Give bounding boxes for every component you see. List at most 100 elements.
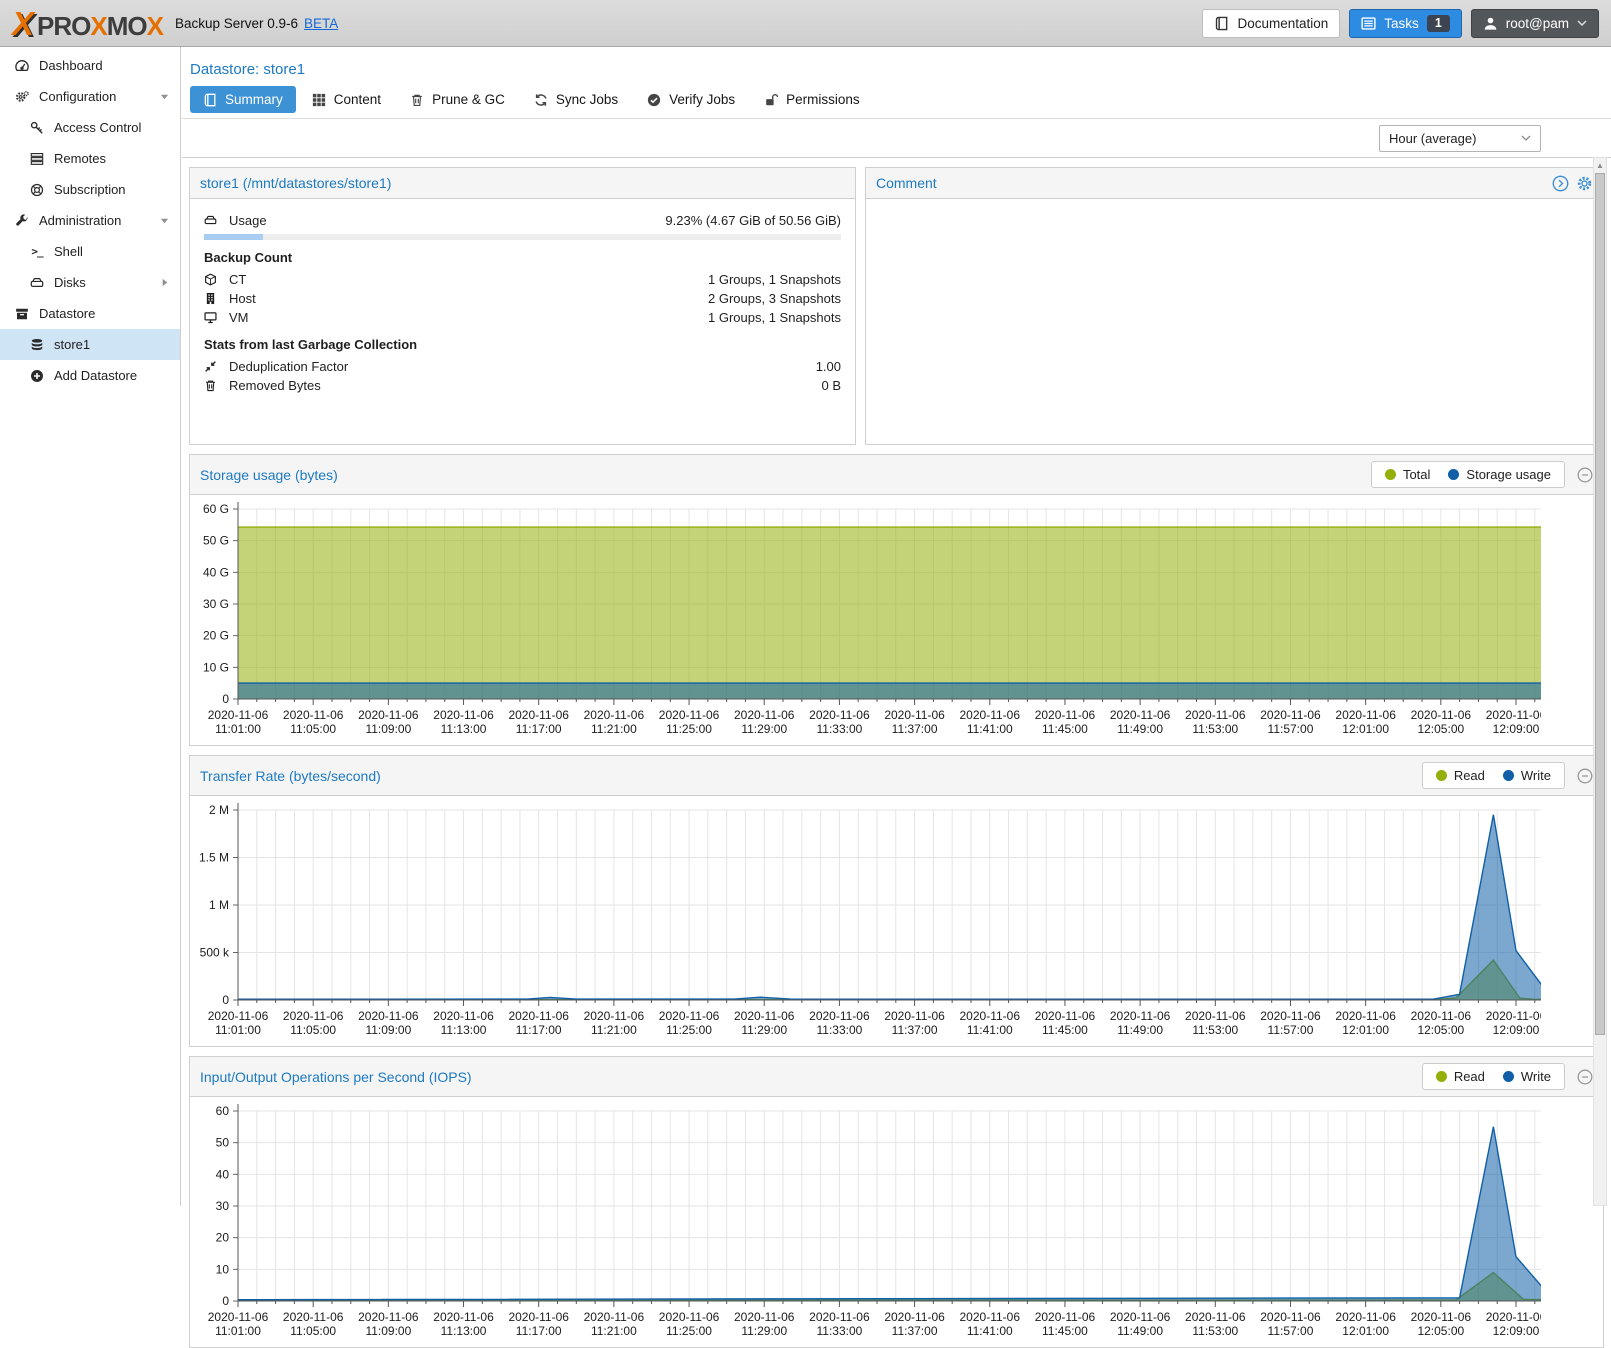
svg-text:2020-11-06: 2020-11-06 xyxy=(734,1310,795,1324)
sidebar-item-disks[interactable]: Disks xyxy=(0,267,180,298)
tab-prune-gc[interactable]: Prune & GC xyxy=(397,86,518,113)
user-menu-button[interactable]: root@pam xyxy=(1471,9,1599,38)
tab-summary[interactable]: Summary xyxy=(190,86,296,113)
svg-text:12:09:00: 12:09:00 xyxy=(1493,722,1540,736)
vertical-scrollbar[interactable]: ▲ xyxy=(1593,157,1607,1206)
svg-text:40: 40 xyxy=(216,1167,230,1181)
svg-text:11:57:00: 11:57:00 xyxy=(1268,1324,1314,1338)
svg-text:2020-11-06: 2020-11-06 xyxy=(358,1009,419,1023)
svg-text:12:01:00: 12:01:00 xyxy=(1342,1324,1389,1338)
book-icon xyxy=(203,93,217,107)
grid-icon xyxy=(312,93,326,107)
chart-legend: Total Storage usage xyxy=(1371,461,1565,488)
tab-permissions[interactable]: Permissions xyxy=(751,86,873,113)
svg-text:0: 0 xyxy=(222,1294,229,1308)
svg-text:2020-11-06: 2020-11-06 xyxy=(1411,708,1472,722)
chevron-right-circle-icon[interactable] xyxy=(1552,175,1569,192)
usage-row: Usage 9.23% (4.67 GiB of 50.56 GiB) xyxy=(204,211,841,230)
legend-item[interactable]: Write xyxy=(1503,1069,1551,1084)
beta-link[interactable]: BETA xyxy=(304,16,338,31)
svg-text:11:09:00: 11:09:00 xyxy=(365,1023,411,1037)
svg-text:2020-11-06: 2020-11-06 xyxy=(884,708,945,722)
plus-circle-icon xyxy=(28,369,46,383)
sync-icon xyxy=(534,93,548,107)
legend-item[interactable]: Read xyxy=(1436,768,1485,783)
svg-text:11:05:00: 11:05:00 xyxy=(290,722,336,736)
svg-text:2020-11-06: 2020-11-06 xyxy=(358,1310,419,1324)
svg-text:11:57:00: 11:57:00 xyxy=(1268,722,1314,736)
svg-text:1 M: 1 M xyxy=(209,898,229,912)
svg-text:2020-11-06: 2020-11-06 xyxy=(584,1310,645,1324)
tab-verify-jobs[interactable]: Verify Jobs xyxy=(634,86,748,113)
chevron-down-icon xyxy=(1577,20,1587,26)
svg-text:2020-11-06: 2020-11-06 xyxy=(659,1310,720,1324)
svg-text:11:25:00: 11:25:00 xyxy=(666,722,712,736)
sidebar-item-dashboard[interactable]: Dashboard xyxy=(0,50,180,81)
svg-text:12:01:00: 12:01:00 xyxy=(1342,1023,1389,1037)
svg-text:11:17:00: 11:17:00 xyxy=(516,722,562,736)
archive-box-icon xyxy=(13,307,31,321)
legend-item[interactable]: Storage usage xyxy=(1448,467,1551,482)
scroll-up-arrow-icon[interactable]: ▲ xyxy=(1594,158,1606,172)
caret-down-icon[interactable] xyxy=(160,216,169,225)
tasks-button[interactable]: Tasks 1 xyxy=(1349,9,1461,38)
scrollbar-thumb[interactable] xyxy=(1595,173,1605,1035)
svg-text:11:41:00: 11:41:00 xyxy=(967,722,1013,736)
svg-text:40 G: 40 G xyxy=(203,565,229,579)
svg-text:60: 60 xyxy=(216,1104,230,1118)
comment-content[interactable] xyxy=(866,199,1603,444)
svg-text:0: 0 xyxy=(222,993,229,1007)
hdd-icon xyxy=(28,276,46,290)
svg-text:2020-11-06: 2020-11-06 xyxy=(508,1009,569,1023)
ct-count-row: CT 1 Groups, 1 Snapshots xyxy=(204,270,841,289)
sidebar-item-subscription[interactable]: Subscription xyxy=(0,174,180,205)
transfer-rate-chart: 0500 k1 M1.5 M2 M2020-11-0611:01:002020-… xyxy=(190,796,1541,1046)
svg-text:12:09:00: 12:09:00 xyxy=(1493,1023,1540,1037)
svg-text:2020-11-06: 2020-11-06 xyxy=(358,708,419,722)
time-range-select[interactable]: Hour (average) xyxy=(1379,125,1541,152)
sidebar-item-datastore[interactable]: Datastore xyxy=(0,298,180,329)
svg-text:30 G: 30 G xyxy=(203,597,229,611)
gear-icon[interactable] xyxy=(1576,175,1593,192)
svg-text:2020-11-06: 2020-11-06 xyxy=(1411,1009,1472,1023)
sidebar-item-add-datastore[interactable]: Add Datastore xyxy=(0,360,180,391)
chart-legend: Read Write xyxy=(1422,762,1565,789)
svg-text:2020-11-06: 2020-11-06 xyxy=(734,1009,795,1023)
sidebar-item-administration[interactable]: Administration xyxy=(0,205,180,236)
desktop-icon xyxy=(204,311,221,324)
svg-text:2020-11-06: 2020-11-06 xyxy=(283,1310,344,1324)
svg-text:2020-11-06: 2020-11-06 xyxy=(584,1009,645,1023)
sidebar-item-store1[interactable]: store1 xyxy=(0,329,180,360)
sidebar-item-access-control[interactable]: Access Control xyxy=(0,112,180,143)
svg-text:11:57:00: 11:57:00 xyxy=(1268,1023,1314,1037)
circle-minus-icon[interactable] xyxy=(1577,1069,1593,1085)
svg-text:11:05:00: 11:05:00 xyxy=(290,1023,336,1037)
gauge-icon xyxy=(13,59,31,73)
gc-stats-title: Stats from last Garbage Collection xyxy=(204,337,841,352)
chart-legend: Read Write xyxy=(1422,1063,1565,1090)
circle-minus-icon[interactable] xyxy=(1577,467,1593,483)
svg-text:1.5 M: 1.5 M xyxy=(199,851,229,865)
legend-item[interactable]: Read xyxy=(1436,1069,1485,1084)
svg-text:2020-11-06: 2020-11-06 xyxy=(1486,708,1541,722)
tab-content[interactable]: Content xyxy=(299,86,394,113)
cube-icon xyxy=(204,273,221,286)
user-icon xyxy=(1483,16,1498,31)
legend-item[interactable]: Write xyxy=(1503,768,1551,783)
sidebar-item-shell[interactable]: >_ Shell xyxy=(0,236,180,267)
sidebar-item-remotes[interactable]: Remotes xyxy=(0,143,180,174)
circle-minus-icon[interactable] xyxy=(1577,768,1593,784)
svg-text:11:41:00: 11:41:00 xyxy=(967,1023,1013,1037)
svg-text:2 M: 2 M xyxy=(209,803,229,817)
sidebar-item-configuration[interactable]: Configuration xyxy=(0,81,180,112)
svg-text:2020-11-06: 2020-11-06 xyxy=(1335,708,1396,722)
tab-sync-jobs[interactable]: Sync Jobs xyxy=(521,86,631,113)
caret-down-icon[interactable] xyxy=(160,92,169,101)
caret-right-icon[interactable] xyxy=(160,278,169,287)
trash-icon xyxy=(410,93,424,107)
legend-item[interactable]: Total xyxy=(1385,467,1430,482)
documentation-button[interactable]: Documentation xyxy=(1202,9,1340,38)
legend-dot-icon xyxy=(1448,469,1459,480)
storage-usage-chart: 010 G20 G30 G40 G50 G60 G2020-11-0611:01… xyxy=(190,495,1541,745)
legend-dot-icon xyxy=(1503,1071,1514,1082)
